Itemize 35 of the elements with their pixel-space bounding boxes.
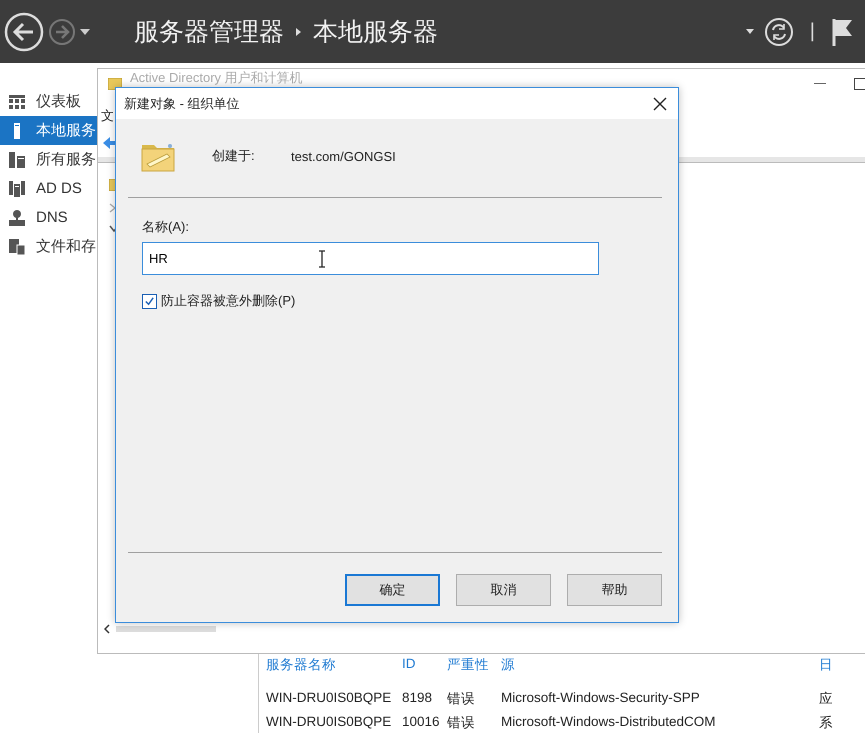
field-label: 创建于: bbox=[212, 147, 256, 165]
sidebar-item[interactable]: 所有服务 bbox=[0, 145, 97, 174]
table-cell-text: 10016 bbox=[402, 714, 441, 731]
name-field[interactable]: HR bbox=[142, 242, 599, 275]
sidebar-item[interactable]: 文件和存 bbox=[0, 232, 97, 261]
checkbox-label[interactable]: 防止容器被意外删除(P) bbox=[161, 292, 296, 310]
sidebar-item[interactable]: 仪表板 bbox=[0, 87, 97, 116]
dialog-button[interactable]: 帮助 bbox=[567, 574, 662, 606]
dialog-button[interactable]: 取消 bbox=[456, 574, 551, 606]
table-cell-text: 系 bbox=[819, 714, 834, 732]
table-cell-text: Microsoft-Windows-Security-SPP bbox=[501, 690, 701, 707]
column-header[interactable]: 日 bbox=[819, 656, 859, 684]
field-label: 名称(A): bbox=[142, 218, 190, 236]
column-header[interactable]: 服务器名称 bbox=[266, 656, 402, 684]
separator: | bbox=[810, 20, 815, 43]
sidebar-item[interactable]: 本地服务 bbox=[0, 116, 97, 145]
column-header[interactable]: 严重性 bbox=[447, 656, 501, 684]
breadcrumb-item[interactable]: 服务器管理器 bbox=[134, 15, 284, 48]
dialog-title: 新建对象 - 组织单位 bbox=[124, 94, 240, 112]
column-header[interactable]: 源 bbox=[501, 656, 819, 684]
breadcrumb-item[interactable]: 本地服务器 bbox=[313, 15, 438, 48]
menu-item[interactable]: 文 bbox=[101, 107, 114, 125]
dialog-button[interactable]: 确定 bbox=[345, 574, 440, 606]
table-cell-text: Microsoft-Windows-DistributedCOM bbox=[501, 714, 717, 731]
column-header[interactable]: ID bbox=[402, 656, 447, 684]
container-path: test.com/GONGSI bbox=[291, 148, 396, 164]
window-title: Active Directory 用户和计算机 bbox=[130, 70, 303, 84]
table-cell-text: 8198 bbox=[402, 690, 434, 707]
table-cell-text: 错误 bbox=[447, 690, 476, 708]
table-cell-text: WIN-DRU0IS0BQPE bbox=[266, 690, 392, 707]
sidebar-item[interactable]: AD DS bbox=[0, 174, 97, 203]
sidebar-item[interactable]: DNS bbox=[0, 203, 97, 232]
table-cell-text: 应 bbox=[819, 690, 834, 708]
table-cell-text: WIN-DRU0IS0BQPE bbox=[266, 714, 392, 731]
table-cell-text: 错误 bbox=[447, 714, 476, 732]
